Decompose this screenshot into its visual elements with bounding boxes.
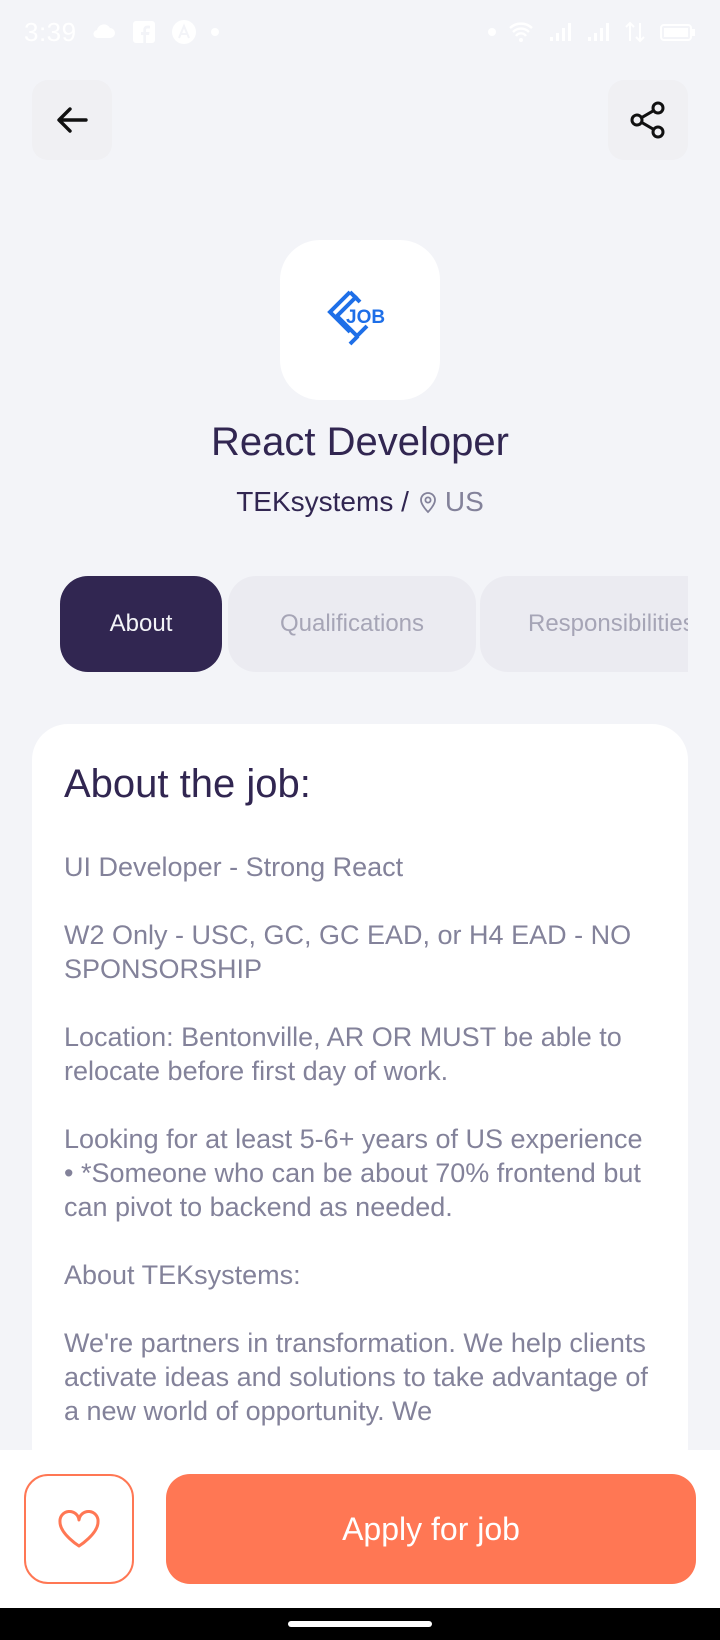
job-logo-icon: JOB xyxy=(327,290,385,346)
back-button[interactable] xyxy=(32,80,112,160)
cloud-icon xyxy=(93,24,115,39)
dot-icon xyxy=(210,28,219,36)
app-a-icon xyxy=(171,20,196,44)
job-title: React Developer xyxy=(211,420,509,464)
tab-responsibilities[interactable]: Responsibilities xyxy=(480,576,688,672)
signal-icon xyxy=(588,23,609,41)
tab-about[interactable]: About xyxy=(60,576,222,672)
share-icon xyxy=(630,101,665,139)
tab-bar: About Qualifications Responsibilities xyxy=(60,576,688,672)
company-info: TEKsystems / US xyxy=(0,486,720,518)
system-nav-bar xyxy=(0,1608,720,1640)
wifi-icon xyxy=(509,22,533,42)
share-button[interactable] xyxy=(608,80,688,160)
about-paragraph: Location: Bentonville, AR OR MUST be abl… xyxy=(64,1022,622,1086)
about-paragraph: We're partners in transformation. We hel… xyxy=(64,1328,648,1426)
location-text: US xyxy=(444,486,484,517)
facebook-icon xyxy=(132,21,155,43)
heart-icon xyxy=(58,1510,100,1548)
logo-text: JOB xyxy=(346,307,385,328)
home-handle[interactable] xyxy=(288,1621,432,1627)
job-details-screen: 3:39 JOB React Developer TEKsystems / US… xyxy=(0,0,720,1640)
location-pin-icon xyxy=(419,492,436,514)
arrow-left-icon xyxy=(57,107,88,133)
about-paragraph: Looking for at least 5-6+ years of US ex… xyxy=(64,1124,643,1222)
data-icon xyxy=(625,21,645,43)
status-left: 3:39 xyxy=(24,17,219,48)
tab-qualifications[interactable]: Qualifications xyxy=(228,576,476,672)
about-paragraph: W2 Only - USC, GC, GC EAD, or H4 EAD - N… xyxy=(64,920,632,984)
about-heading: About the job: xyxy=(64,762,311,806)
favorite-button[interactable] xyxy=(24,1474,134,1584)
status-right xyxy=(488,19,696,45)
signal-icon xyxy=(550,23,571,41)
location: US xyxy=(417,486,484,518)
about-card: About the job: UI Developer - Strong Rea… xyxy=(32,724,688,1484)
company-name: TEKsystems / xyxy=(236,486,409,517)
about-paragraph: UI Developer - Strong React xyxy=(64,852,404,882)
company-logo: JOB xyxy=(280,240,440,400)
dot-icon xyxy=(488,28,496,36)
battery-icon xyxy=(660,24,695,41)
status-time: 3:39 xyxy=(24,16,77,47)
about-paragraph: About TEKsystems: xyxy=(64,1260,301,1290)
apply-button[interactable]: Apply for job xyxy=(166,1474,696,1584)
status-bar: 3:39 xyxy=(0,0,720,64)
footer-bar: Apply for job xyxy=(0,1450,720,1608)
